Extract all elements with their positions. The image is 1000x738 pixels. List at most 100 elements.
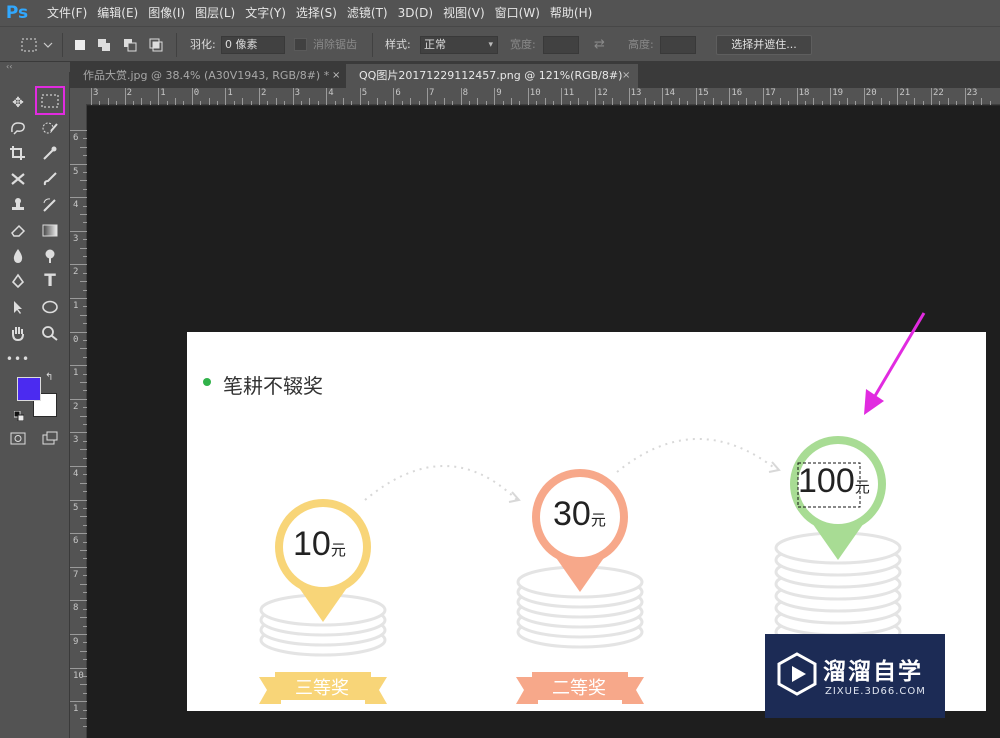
eraser-tool-icon[interactable] (6, 219, 30, 241)
ruler-label: 1 (73, 301, 79, 311)
ruler-origin[interactable] (70, 88, 87, 105)
path-selection-tool-icon[interactable] (6, 296, 30, 318)
ruler-minor-tick (578, 98, 580, 105)
menu-3d[interactable]: 3D(D) (393, 0, 438, 26)
vertical-ruler[interactable]: 6 5 4 3 2 1 0 1 2 3 4 5 6 7 8 9 10 1 (70, 105, 87, 738)
swap-icon[interactable]: ⇄ (594, 36, 605, 54)
dodge-tool-icon[interactable] (38, 245, 62, 267)
add-to-selection-icon[interactable] (96, 37, 112, 53)
ruler-minor-tick (242, 98, 244, 105)
intersect-selection-icon[interactable] (148, 37, 164, 53)
healing-brush-tool-icon[interactable] (6, 168, 30, 190)
rect-marquee-tool-icon[interactable] (35, 86, 65, 115)
ruler-label: 2 (73, 267, 79, 278)
quick-mask-icon[interactable] (6, 427, 30, 449)
arc-arrowhead (768, 461, 781, 473)
ruler-tick (527, 88, 529, 105)
ruler-tick (393, 88, 395, 105)
ruler-minor-tick (737, 101, 739, 105)
type-tool-icon[interactable]: T (38, 270, 62, 292)
foreground-color-swatch[interactable] (17, 377, 41, 401)
eyedropper-tool-icon[interactable] (38, 142, 62, 164)
height-input[interactable] (660, 36, 696, 54)
ruler-minor-tick (813, 98, 815, 105)
toolbar-collapse-button[interactable]: ‹‹ (0, 62, 70, 72)
ruler-minor-tick (637, 101, 638, 105)
ruler-label: 4 (73, 469, 79, 479)
gradient-tool-icon[interactable] (38, 219, 62, 241)
ellipse-tool-icon[interactable] (38, 296, 62, 318)
horizontal-ruler[interactable]: 3 2 1 0 1 2 3 4 5 6 7 8 9 10 11 12 13 14 15 16 17 18 19 20 21 22 2… (86, 88, 1000, 105)
ruler-label: 10 (73, 670, 84, 681)
ruler-minor-tick (80, 415, 87, 417)
ruler-label: 3 (294, 88, 301, 98)
separator (62, 33, 63, 57)
move-tool-icon[interactable]: ✥ (6, 92, 30, 114)
pen-tool-icon[interactable] (6, 270, 30, 292)
ruler-tick (70, 634, 87, 635)
ruler-minor-tick (80, 718, 87, 719)
ruler-label: 15 (697, 88, 709, 98)
menu-select[interactable]: 选择(S) (291, 0, 342, 26)
ruler-minor-tick (452, 101, 454, 105)
ruler-label: 4 (73, 200, 79, 211)
ruler-minor-tick (611, 98, 613, 105)
quick-selection-tool-icon[interactable] (38, 117, 62, 139)
default-colors-icon[interactable] (13, 406, 25, 422)
subtract-from-selection-icon[interactable] (122, 37, 138, 53)
tool-preset-picker[interactable] (20, 37, 54, 53)
ruler-minor-tick (80, 684, 87, 686)
menu-image[interactable]: 图像(I) (143, 0, 190, 26)
lasso-tool-icon[interactable] (6, 117, 30, 139)
clone-stamp-tool-icon[interactable] (6, 194, 30, 216)
ruler-label: 10 (529, 88, 541, 98)
style-select[interactable]: 正常 ▾ (420, 36, 498, 54)
document-tab-active[interactable]: QQ图片20171229112457.png @ 121%(RGB/8#) × (346, 64, 638, 88)
menu-file[interactable]: 文件(F) (42, 0, 92, 26)
menu-filter[interactable]: 滤镜(T) (342, 0, 393, 26)
select-and-mask-button[interactable]: 选择并遮住... (716, 35, 812, 55)
screen-mode-icon[interactable] (38, 427, 62, 449)
ruler-minor-tick (275, 98, 277, 105)
ruler-label: 3 (73, 233, 79, 244)
new-selection-icon[interactable] (72, 37, 88, 53)
history-brush-tool-icon[interactable] (38, 194, 62, 216)
ruler-tick (191, 88, 193, 105)
close-icon[interactable]: × (332, 64, 340, 88)
menu-type[interactable]: 文字(Y) (240, 0, 291, 26)
blur-tool-icon[interactable] (6, 245, 30, 267)
menu-layer[interactable]: 图层(L) (190, 0, 240, 26)
ruler-minor-tick (679, 98, 680, 105)
ruler-tick (70, 600, 87, 602)
tools-panel: ✥ T ••• ↰ (0, 72, 70, 738)
feather-input[interactable]: 0 像素 (221, 36, 285, 54)
close-icon[interactable]: × (622, 64, 630, 88)
document-tab[interactable]: 作品大赏.jpg @ 38.4% (A30V1943, RGB/8#) * × (70, 64, 342, 88)
ruler-minor-tick (981, 98, 983, 105)
menu-view[interactable]: 视图(V) (438, 0, 490, 26)
crop-tool-icon[interactable] (6, 142, 30, 164)
ruler-label: 22 (933, 88, 944, 98)
ruler-minor-tick (368, 101, 370, 105)
antialias-checkbox[interactable] (294, 38, 307, 51)
swap-colors-icon[interactable]: ↰ (45, 372, 53, 383)
menu-window[interactable]: 窗口(W) (490, 0, 545, 26)
ruler-minor-tick (80, 516, 87, 518)
menu-help[interactable]: 帮助(H) (545, 0, 597, 26)
zoom-tool-icon[interactable] (38, 322, 62, 344)
ruler-minor-tick (133, 101, 134, 105)
ruler-label: 1 (73, 704, 79, 715)
hand-tool-icon[interactable] (6, 322, 30, 344)
width-input[interactable] (543, 36, 579, 54)
brush-tool-icon[interactable] (38, 168, 62, 190)
more-tools-icon[interactable]: ••• (6, 348, 30, 370)
rect-marquee-preset-icon (21, 38, 53, 52)
ruler-tick (763, 88, 764, 105)
prize-amount-30: 30元 (553, 495, 606, 534)
ruler-minor-tick (99, 101, 101, 105)
ruler-label: 11 (563, 88, 575, 98)
ruler-label: 3 (73, 435, 79, 446)
menu-edit[interactable]: 编辑(E) (92, 0, 143, 26)
ruler-label: 14 (664, 88, 676, 98)
options-bar: 羽化: 0 像素 消除锯齿 样式: 正常 ▾ 宽度: ⇄ 高度: 选择并遮住..… (0, 26, 1000, 62)
